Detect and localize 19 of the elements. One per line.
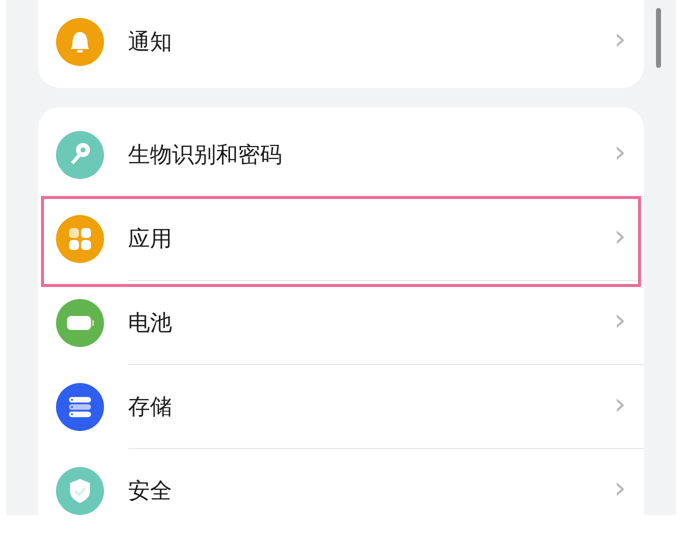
item-label[interactable]: 存储: [128, 392, 172, 422]
chevron-icon: ›: [614, 390, 626, 424]
chevron-icon: ›: [614, 306, 626, 340]
settings-item[interactable]: 安全 ›: [38, 449, 644, 515]
scrollbar-thumb: [656, 8, 661, 68]
settings-item[interactable]: 存储 ›: [38, 365, 644, 449]
settings-item[interactable]: 应用 ›: [38, 197, 644, 281]
settings-item[interactable]: 电池 ›: [38, 281, 644, 365]
settings-item[interactable]: 通知 ›: [38, 0, 644, 84]
settings-item[interactable]: 生物识别和密码 ›: [38, 113, 644, 197]
chevron-icon: ›: [614, 138, 626, 172]
item-label[interactable]: 应用: [128, 224, 172, 254]
item-label[interactable]: 安全: [128, 476, 172, 506]
item-label[interactable]: 电池: [128, 308, 172, 338]
item-label[interactable]: 通知: [128, 27, 172, 57]
chevron-icon: ›: [614, 474, 626, 508]
chevron-icon: ›: [614, 25, 626, 59]
item-label[interactable]: 生物识别和密码: [128, 140, 282, 170]
chevron-icon: ›: [614, 222, 626, 256]
